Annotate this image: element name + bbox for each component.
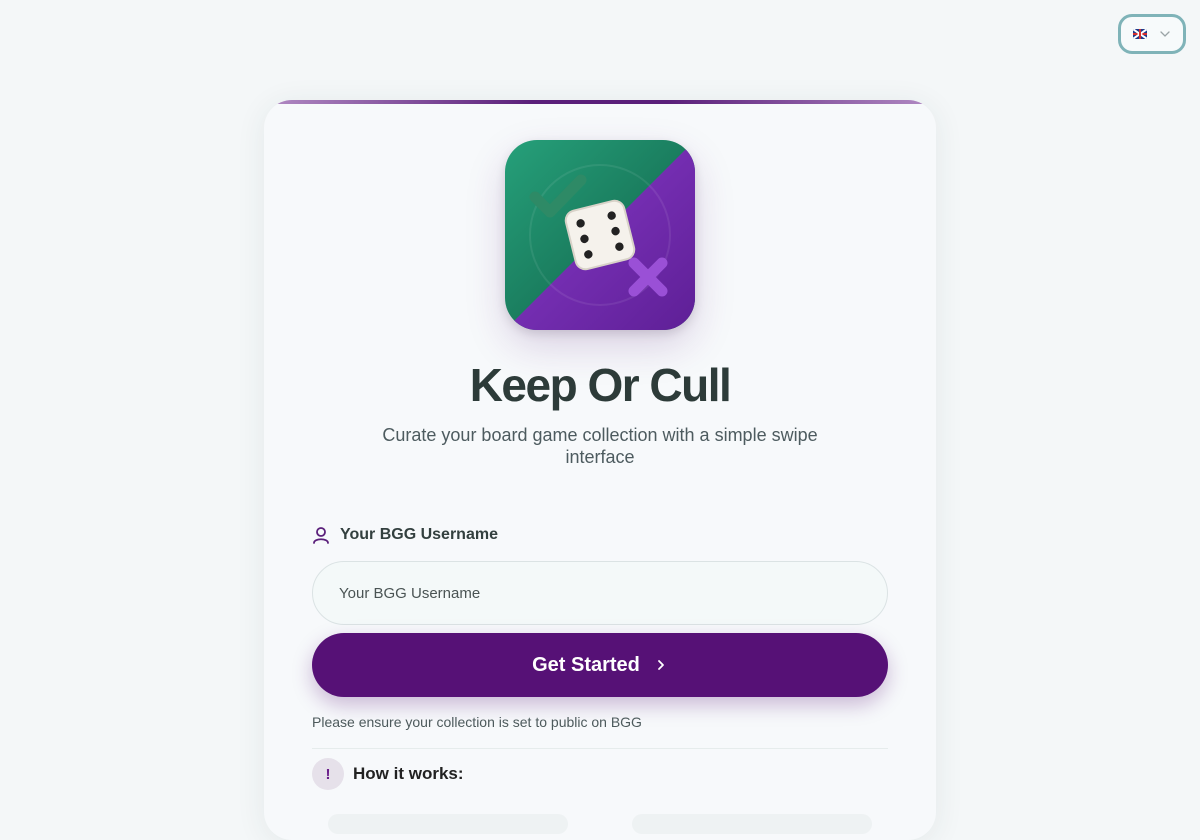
username-input[interactable] bbox=[312, 561, 888, 625]
language-selector[interactable] bbox=[1118, 14, 1186, 54]
username-label-text: Your BGG Username bbox=[340, 526, 498, 543]
app-logo bbox=[505, 140, 695, 330]
how-it-works-heading: ! How it works: bbox=[312, 758, 464, 790]
chevron-right-icon bbox=[658, 660, 664, 670]
get-started-button[interactable]: Get Started bbox=[312, 633, 888, 697]
how-step-card bbox=[328, 814, 568, 834]
user-icon bbox=[313, 527, 329, 544]
how-step-card bbox=[632, 814, 872, 834]
info-badge-icon: ! bbox=[312, 758, 344, 790]
how-it-works-title: How it works: bbox=[353, 764, 464, 783]
dice-icon bbox=[564, 199, 636, 271]
login-card: Keep Or Cull Curate your board game coll… bbox=[264, 100, 936, 840]
get-started-label: Get Started bbox=[532, 653, 640, 676]
app-subtitle: Curate your board game collection with a… bbox=[382, 425, 818, 467]
card-accent-bar bbox=[264, 100, 936, 104]
chevron-down-icon bbox=[1160, 31, 1170, 37]
app-title: Keep Or Cull bbox=[469, 359, 732, 411]
section-divider bbox=[312, 748, 888, 749]
username-label: Your BGG Username bbox=[312, 526, 498, 544]
uk-flag-icon bbox=[1133, 29, 1147, 39]
public-collection-note: Please ensure your collection is set to … bbox=[312, 714, 642, 730]
